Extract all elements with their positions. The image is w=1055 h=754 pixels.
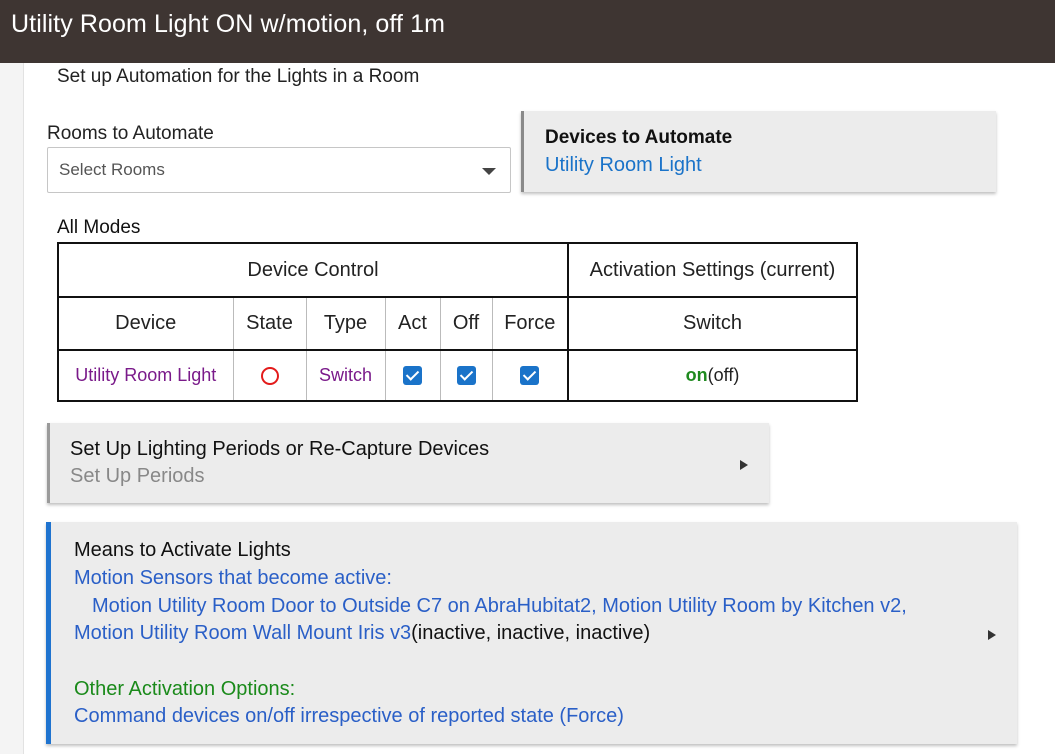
other-activation-label: Other Activation Options:: [74, 678, 296, 700]
motion-sensors-line2-wrap: Motion Utility Room Wall Mount Iris v3(i…: [74, 622, 650, 645]
col-header-state: State: [232, 296, 307, 351]
table-row: Utility Room Light Switch on(off): [57, 349, 858, 402]
periods-subtitle: Set Up Periods: [70, 465, 205, 487]
off-cell[interactable]: [439, 349, 493, 402]
device-name-cell[interactable]: Utility Room Light: [57, 349, 234, 402]
modes-label: All Modes: [57, 217, 141, 238]
devices-heading: Devices to Automate: [545, 127, 733, 148]
motion-states: (inactive, inactive, inactive): [411, 622, 651, 644]
means-to-activate-button[interactable]: Means to Activate Lights Motion Sensors …: [46, 522, 1017, 744]
device-control-table: Device Control Activation Settings (curr…: [57, 242, 858, 402]
lighting-periods-button[interactable]: Set Up Lighting Periods or Re-Capture De…: [47, 423, 769, 503]
act-checkbox-checked-icon[interactable]: [403, 366, 422, 386]
chevron-down-icon[interactable]: [482, 168, 496, 175]
left-rail: [0, 63, 24, 754]
rooms-select-placeholder: Select Rooms: [59, 160, 165, 179]
other-activation-value: Command devices on/off irrespective of r…: [74, 705, 624, 727]
switch-on-text: on: [685, 365, 708, 385]
force-cell[interactable]: [491, 349, 569, 402]
col-header-off: Off: [439, 296, 493, 351]
group-header-device-control: Device Control: [57, 242, 569, 298]
rooms-select[interactable]: Select Rooms: [47, 147, 511, 193]
periods-title: Set Up Lighting Periods or Re-Capture De…: [70, 438, 490, 460]
col-header-act: Act: [384, 296, 441, 351]
motion-label: Motion Sensors that become active:: [74, 567, 392, 589]
app-title: Utility Room Light ON w/motion, off 1m: [11, 10, 446, 38]
devices-value: Utility Room Light: [545, 154, 702, 176]
act-cell[interactable]: [384, 349, 441, 402]
expand-right-triangle-icon: [988, 630, 996, 640]
switch-setting-cell[interactable]: on(off): [567, 349, 858, 402]
col-header-device: Device: [57, 296, 234, 351]
force-checkbox-checked-icon[interactable]: [520, 366, 540, 386]
motion-sensors-line2: Motion Utility Room Wall Mount Iris v3: [74, 622, 412, 644]
page-subtitle: Set up Automation for the Lights in a Ro…: [57, 66, 420, 87]
rooms-label: Rooms to Automate: [47, 123, 214, 144]
state-cell[interactable]: [232, 349, 307, 402]
motion-sensors-line1: Motion Utility Room Door to Outside C7 o…: [92, 595, 907, 617]
devices-to-automate-button[interactable]: Devices to Automate Utility Room Light: [521, 111, 996, 192]
col-header-force: Force: [491, 296, 569, 351]
expand-right-triangle-icon: [740, 460, 748, 470]
off-state-ring-icon[interactable]: [260, 366, 279, 385]
col-header-switch: Switch: [567, 296, 858, 351]
switch-current-text: (off): [707, 365, 740, 385]
title-bar: Utility Room Light ON w/motion, off 1m: [0, 0, 1055, 63]
type-cell[interactable]: Switch: [305, 349, 386, 402]
means-title: Means to Activate Lights: [74, 539, 291, 561]
group-header-activation: Activation Settings (current): [567, 242, 858, 298]
off-checkbox-checked-icon[interactable]: [456, 366, 476, 386]
col-header-type: Type: [305, 296, 386, 351]
